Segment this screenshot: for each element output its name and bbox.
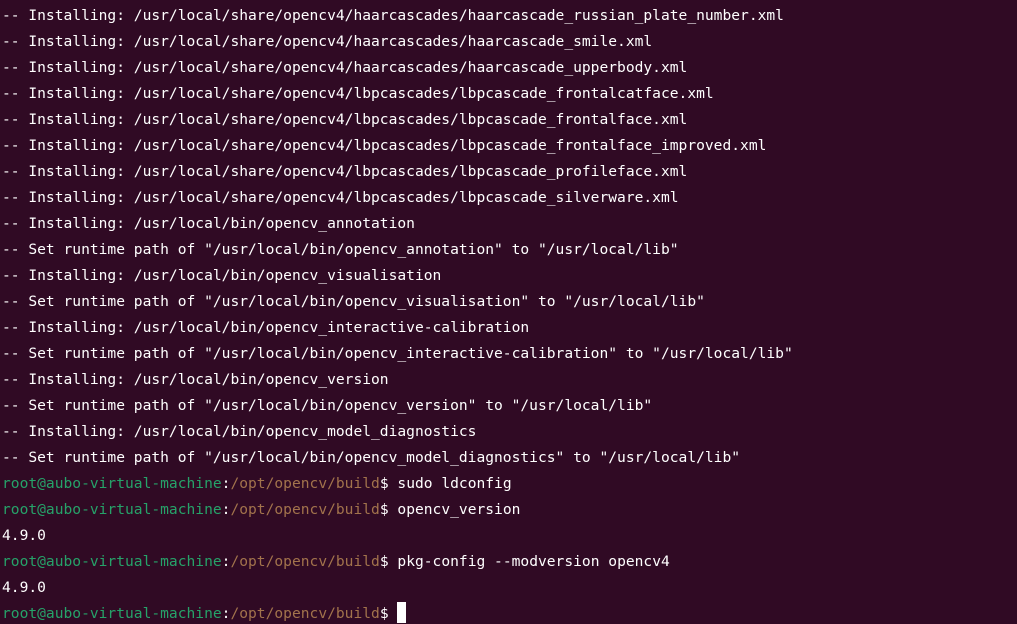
output-line: -- Installing: /usr/local/share/opencv4/… (2, 137, 767, 154)
output-line: -- Set runtime path of "/usr/local/bin/o… (2, 449, 741, 466)
prompt-user-host: root@aubo-virtual-machine (2, 553, 222, 570)
output-line: -- Installing: /usr/local/bin/opencv_int… (2, 319, 530, 336)
command-text: sudo ldconfig (388, 475, 512, 492)
prompt-symbol: $ (379, 501, 389, 518)
command-text: pkg-config --modversion opencv4 (388, 553, 670, 570)
output-line: -- Installing: /usr/local/bin/opencv_mod… (2, 423, 477, 440)
output-line: -- Installing: /usr/local/share/opencv4/… (2, 163, 688, 180)
prompt-line: root@aubo-virtual-machine:/opt/opencv/bu… (2, 601, 407, 624)
prompt-user-host: root@aubo-virtual-machine (2, 475, 222, 492)
output-line: -- Set runtime path of "/usr/local/bin/o… (2, 397, 653, 414)
prompt-line: root@aubo-virtual-machine:/opt/opencv/bu… (2, 471, 512, 497)
prompt-user-host: root@aubo-virtual-machine (2, 605, 222, 622)
prompt-path: /opt/opencv/build (230, 501, 380, 518)
output-line: -- Installing: /usr/local/share/opencv4/… (2, 7, 784, 24)
output-line: -- Installing: /usr/local/bin/opencv_ann… (2, 215, 415, 232)
text-cursor (397, 602, 407, 623)
command-output: 4.9.0 (2, 527, 46, 544)
command-text (389, 605, 398, 622)
prompt-symbol: $ (379, 475, 389, 492)
output-line: -- Installing: /usr/local/share/opencv4/… (2, 59, 688, 76)
prompt-user-host: root@aubo-virtual-machine (2, 501, 222, 518)
output-line: -- Set runtime path of "/usr/local/bin/o… (2, 345, 793, 362)
command-output: 4.9.0 (2, 579, 46, 596)
output-line: -- Set runtime path of "/usr/local/bin/o… (2, 293, 705, 310)
command-text: opencv_version (388, 501, 521, 518)
prompt-symbol: $ (379, 553, 389, 570)
output-line: -- Installing: /usr/local/share/opencv4/… (2, 189, 679, 206)
output-line: -- Installing: /usr/local/bin/opencv_vis… (2, 267, 442, 284)
output-line: -- Installing: /usr/local/share/opencv4/… (2, 85, 714, 102)
output-line: -- Installing: /usr/local/share/opencv4/… (2, 33, 653, 50)
prompt-symbol: $ (379, 605, 389, 622)
prompt-line: root@aubo-virtual-machine:/opt/opencv/bu… (2, 497, 520, 523)
prompt-path: /opt/opencv/build (230, 605, 380, 622)
terminal-window[interactable]: -- Installing: /usr/local/share/opencv4/… (0, 0, 1017, 624)
output-line: -- Installing: /usr/local/bin/opencv_ver… (2, 371, 389, 388)
prompt-line: root@aubo-virtual-machine:/opt/opencv/bu… (2, 549, 670, 575)
output-line: -- Set runtime path of "/usr/local/bin/o… (2, 241, 679, 258)
output-line: -- Installing: /usr/local/share/opencv4/… (2, 111, 688, 128)
prompt-path: /opt/opencv/build (230, 475, 380, 492)
prompt-path: /opt/opencv/build (230, 553, 380, 570)
